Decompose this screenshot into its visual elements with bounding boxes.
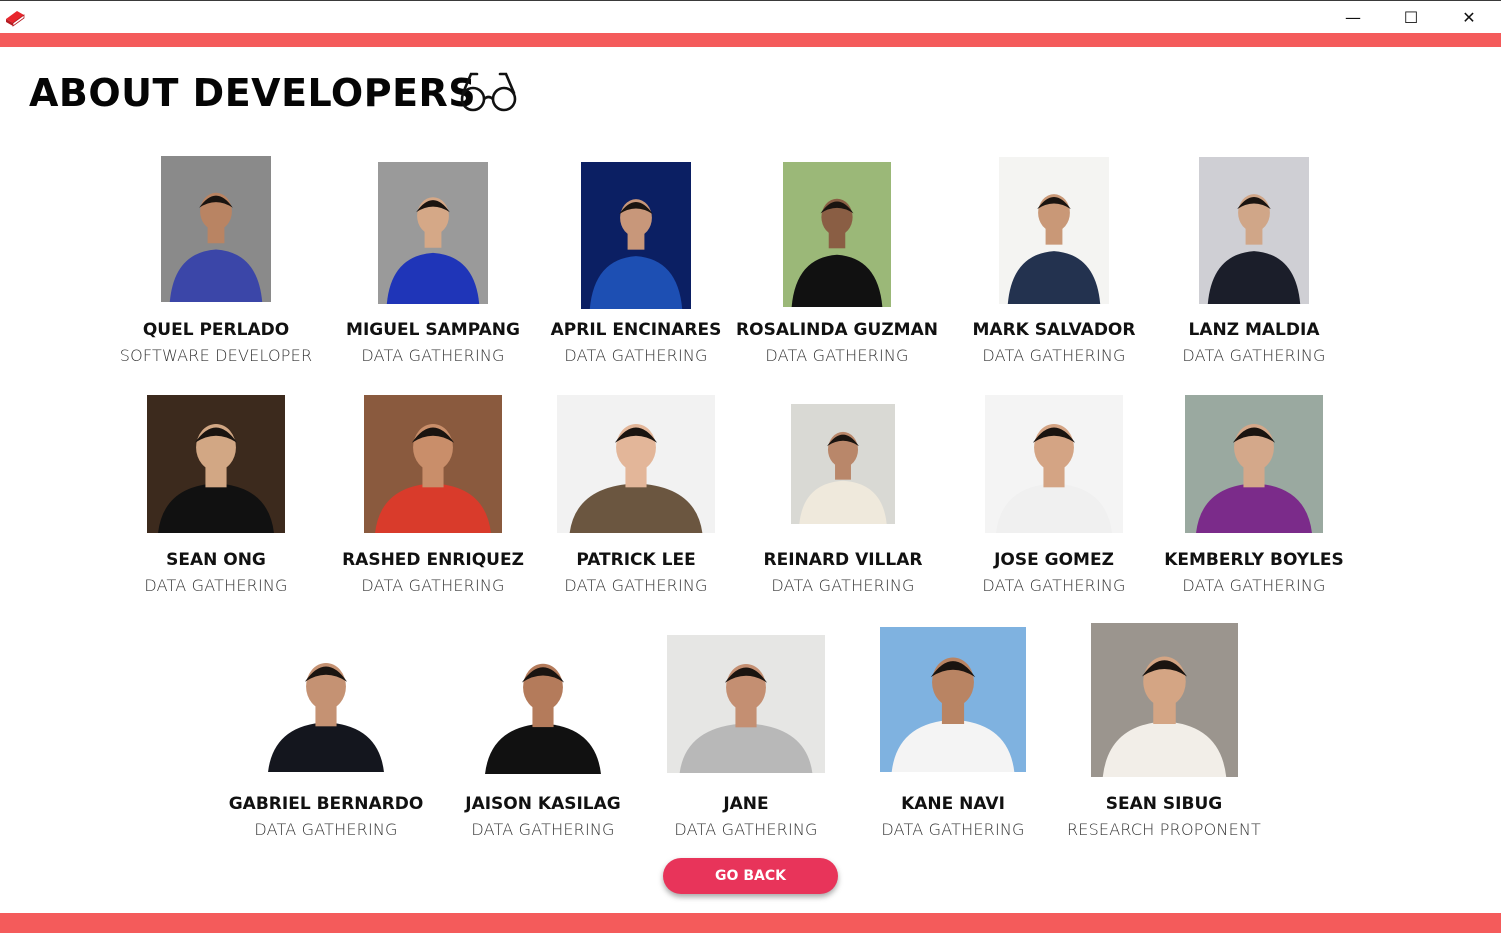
glasses-icon bbox=[460, 72, 517, 112]
developer-name: LANZ MALDIA bbox=[1188, 320, 1320, 340]
developer-name: JOSE GOMEZ bbox=[994, 550, 1114, 570]
developer-photo bbox=[147, 395, 285, 533]
minimize-button[interactable]: — bbox=[1324, 1, 1382, 33]
developer-role: DATA GATHERING bbox=[982, 346, 1126, 365]
developer-photo bbox=[999, 157, 1109, 304]
developer-name: JANE bbox=[723, 794, 769, 814]
developer-photo bbox=[557, 395, 715, 533]
developer-role: DATA GATHERING bbox=[674, 820, 818, 839]
bottom-accent-bar bbox=[0, 913, 1501, 933]
developer-name: SEAN ONG bbox=[166, 550, 266, 570]
developer-name: SEAN SIBUG bbox=[1105, 794, 1223, 814]
developer-role: DATA GATHERING bbox=[1182, 576, 1326, 595]
developer-role: DATA GATHERING bbox=[771, 576, 915, 595]
developer-photo bbox=[1185, 395, 1323, 533]
window-titlebar: — ☐ ✕ bbox=[0, 0, 1501, 33]
developer-name: MARK SALVADOR bbox=[972, 320, 1136, 340]
developer-name: MIGUEL SAMPANG bbox=[346, 320, 520, 340]
developer-name: JAISON KASILAG bbox=[465, 794, 621, 814]
developer-photo bbox=[985, 395, 1123, 533]
book-app-icon bbox=[6, 11, 25, 27]
developer-photo bbox=[791, 404, 895, 524]
developer-name: REINARD VILLAR bbox=[763, 550, 923, 570]
developer-name: GABRIEL BERNARDO bbox=[228, 794, 424, 814]
developer-role: DATA GATHERING bbox=[361, 346, 505, 365]
developer-role: DATA GATHERING bbox=[254, 820, 398, 839]
developer-photo bbox=[257, 634, 395, 772]
developer-photo bbox=[1090, 623, 1238, 777]
top-accent-bar bbox=[0, 33, 1501, 47]
developer-role: DATA GATHERING bbox=[881, 820, 1025, 839]
developer-role: DATA GATHERING bbox=[564, 576, 708, 595]
maximize-button[interactable]: ☐ bbox=[1382, 1, 1440, 33]
developer-role: DATA GATHERING bbox=[144, 576, 288, 595]
developer-role: DATA GATHERING bbox=[1182, 346, 1326, 365]
developer-name: KEMBERLY BOYLES bbox=[1164, 550, 1344, 570]
developer-role: SOFTWARE DEVELOPER bbox=[119, 346, 313, 365]
developer-role: DATA GATHERING bbox=[361, 576, 505, 595]
developer-photo bbox=[474, 634, 612, 774]
developer-name: APRIL ENCINARES bbox=[550, 320, 722, 340]
developer-photo bbox=[783, 162, 891, 307]
go-back-button[interactable]: GO BACK bbox=[663, 858, 838, 894]
developer-photo bbox=[364, 395, 502, 533]
page-title: ABOUT DEVELOPERS bbox=[29, 71, 477, 115]
developer-name: ROSALINDA GUZMAN bbox=[736, 320, 938, 340]
developer-role: DATA GATHERING bbox=[765, 346, 909, 365]
developer-photo bbox=[1199, 157, 1309, 304]
developer-role: DATA GATHERING bbox=[564, 346, 708, 365]
developer-name: PATRICK LEE bbox=[576, 550, 696, 570]
developer-photo bbox=[880, 627, 1026, 772]
developer-name: QUEL PERLADO bbox=[142, 320, 290, 340]
developer-role: DATA GATHERING bbox=[471, 820, 615, 839]
developer-name: RASHED ENRIQUEZ bbox=[342, 550, 524, 570]
developer-photo bbox=[161, 156, 271, 302]
developer-photo bbox=[378, 162, 488, 304]
developer-role: DATA GATHERING bbox=[982, 576, 1126, 595]
developer-role: RESEARCH PROPONENT bbox=[1066, 820, 1262, 839]
developer-name: KANE NAVI bbox=[901, 794, 1005, 814]
developer-photo bbox=[581, 162, 691, 309]
developer-photo bbox=[667, 635, 825, 773]
close-button[interactable]: ✕ bbox=[1440, 1, 1498, 33]
